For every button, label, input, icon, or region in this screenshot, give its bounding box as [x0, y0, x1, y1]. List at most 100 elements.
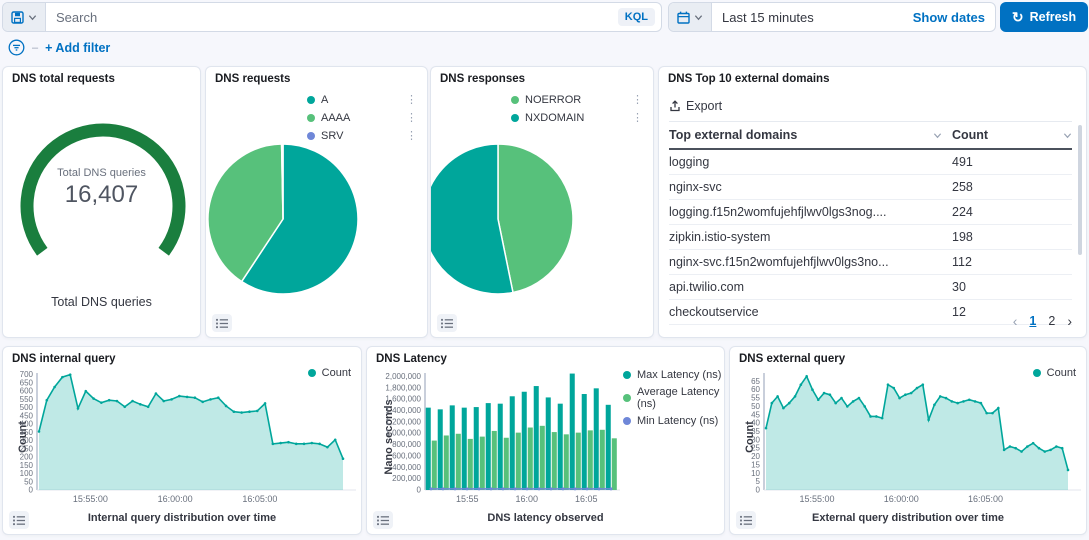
prev-page-button[interactable]: ‹	[1013, 313, 1018, 329]
next-page-button[interactable]: ›	[1067, 313, 1072, 329]
filter-icon[interactable]	[8, 39, 25, 56]
page-numbers: 12	[1029, 314, 1055, 328]
domain-cell: checkoutservice	[669, 300, 952, 324]
svg-text:600,000: 600,000	[392, 451, 421, 460]
query-bar: KQL	[2, 2, 662, 32]
table-row: checkoutservice 12	[669, 300, 1072, 325]
internal-query-area-chart[interactable]: 0501001502002503003504004505005506006507…	[7, 367, 357, 505]
x-axis-title: External query distribution over time	[730, 512, 1086, 524]
page-button-1[interactable]: 1	[1029, 314, 1036, 328]
svg-text:65: 65	[751, 377, 760, 386]
svg-text:40: 40	[751, 419, 760, 428]
svg-text:0: 0	[417, 486, 422, 495]
page-button-2[interactable]: 2	[1048, 314, 1055, 328]
internal-legend: Count	[308, 367, 351, 379]
legend-item[interactable]: Count	[308, 367, 351, 379]
legend-item[interactable]: NXDOMAIN⋮	[511, 111, 645, 124]
legend-item-menu-icon[interactable]: ⋮	[630, 93, 645, 106]
legend-item-menu-icon[interactable]: ⋮	[404, 93, 419, 106]
legend-dot	[623, 394, 631, 402]
count-cell: 30	[952, 275, 1072, 299]
svg-text:650: 650	[20, 378, 34, 387]
legend-item[interactable]: Count	[1033, 367, 1076, 379]
export-button[interactable]: Export	[669, 99, 722, 113]
chevron-down-icon	[28, 13, 37, 22]
sort-chevron-icon[interactable]	[1063, 131, 1072, 140]
legend-label: Max Latency (ns)	[637, 369, 721, 381]
panel-title: DNS responses	[440, 73, 525, 85]
legend-toggle-button[interactable]	[736, 511, 756, 529]
svg-text:400,000: 400,000	[392, 463, 421, 472]
svg-text:1,200,000: 1,200,000	[385, 417, 421, 426]
column-header-domains[interactable]: Top external domains	[669, 122, 952, 148]
legend-item[interactable]: A⋮	[307, 93, 419, 106]
svg-text:60: 60	[751, 385, 760, 394]
svg-text:25: 25	[751, 444, 760, 453]
legend-dot	[511, 96, 519, 104]
svg-text:150: 150	[20, 461, 34, 470]
table-row: logging491	[669, 150, 1072, 175]
latency-bar-chart[interactable]: 0200,000400,000600,000800,0001,000,0001,…	[373, 367, 621, 505]
legend-toggle-button[interactable]	[437, 314, 457, 332]
legend-item-menu-icon[interactable]: ⋮	[404, 129, 419, 142]
add-filter-link[interactable]: + Add filter	[45, 41, 110, 55]
latency-legend: Max Latency (ns) Average Latency (ns) Min …	[623, 369, 723, 427]
search-input[interactable]	[46, 3, 618, 31]
legend-item[interactable]: Max Latency (ns)	[623, 369, 723, 381]
save-icon	[11, 11, 24, 24]
refresh-label: Refresh	[1030, 10, 1077, 24]
panel-dns-total-requests: DNS total requests Total DNS queries 16,…	[2, 66, 201, 338]
saved-query-button[interactable]	[3, 3, 46, 31]
domain-cell: logging.f15n2womfujehfjlwv0lgs3nog....	[669, 200, 952, 224]
dns-responses-pie-chart[interactable]	[431, 87, 655, 339]
domain-cell: nginx-svc.f15n2womfujehfjlwv0lgs3no...	[669, 250, 952, 274]
legend-item[interactable]: Min Latency (ns)	[623, 415, 723, 427]
legend-dot	[307, 114, 315, 122]
sort-chevron-icon[interactable]	[933, 131, 942, 140]
svg-text:200,000: 200,000	[392, 474, 421, 483]
column-header-count[interactable]: Count	[952, 122, 1072, 148]
table-body: logging491nginx-svc258logging.f15n2womfu…	[669, 150, 1072, 325]
legend-item-menu-icon[interactable]: ⋮	[404, 111, 419, 124]
time-range-value[interactable]: Last 15 minutes	[712, 3, 903, 31]
count-cell: 491	[952, 150, 1072, 174]
table-row: nginx-svc258	[669, 175, 1072, 200]
legend-dot	[623, 371, 631, 379]
calendar-button[interactable]	[669, 3, 712, 31]
list-icon	[216, 318, 229, 329]
legend-item-menu-icon[interactable]: ⋮	[630, 111, 645, 124]
table-header-row: Top external domains Count	[669, 121, 1072, 150]
filter-bar: – + Add filter	[8, 39, 110, 56]
legend-item[interactable]: NOERROR⋮	[511, 93, 645, 106]
svg-text:16:05: 16:05	[575, 494, 598, 504]
legend-toggle-button[interactable]	[9, 511, 29, 529]
legend-item[interactable]: AAAA⋮	[307, 111, 419, 124]
gauge-bottom-label: Total DNS queries	[3, 295, 200, 309]
legend-toggle-button[interactable]	[373, 511, 393, 529]
legend-label: Count	[322, 367, 351, 379]
count-cell: 224	[952, 200, 1072, 224]
table-row: api.twilio.com30	[669, 275, 1072, 300]
domain-cell: logging	[669, 150, 952, 174]
x-axis-title: Internal query distribution over time	[3, 512, 361, 524]
pagination: ‹ 12 ›	[1013, 313, 1072, 329]
legend-label: A	[321, 94, 328, 106]
legend-item[interactable]: Average Latency (ns)	[623, 386, 723, 410]
date-picker-bar: Last 15 minutes Show dates	[668, 2, 996, 32]
panel-dns-external-query: DNS external query Count 051015202530354…	[729, 346, 1087, 535]
kql-button[interactable]: KQL	[618, 8, 655, 26]
panel-dns-requests: DNS requests A⋮AAAA⋮SRV⋮	[205, 66, 428, 338]
svg-text:16:00:00: 16:00:00	[158, 494, 193, 504]
svg-text:16:05:00: 16:05:00	[242, 494, 277, 504]
list-icon	[441, 318, 454, 329]
legend-toggle-button[interactable]	[212, 314, 232, 332]
legend-item[interactable]: SRV⋮	[307, 129, 419, 142]
table-scrollbar[interactable]	[1078, 125, 1082, 255]
svg-text:16:00: 16:00	[515, 494, 538, 504]
panel-title: DNS Latency	[376, 353, 447, 365]
external-query-area-chart[interactable]: 0510152025303540455055606515:55:0016:00:…	[734, 367, 1082, 505]
panel-title: DNS internal query	[12, 353, 116, 365]
show-dates-link[interactable]: Show dates	[903, 3, 995, 31]
refresh-button[interactable]: ↻ Refresh	[1000, 2, 1088, 32]
refresh-icon: ↻	[1012, 10, 1024, 24]
